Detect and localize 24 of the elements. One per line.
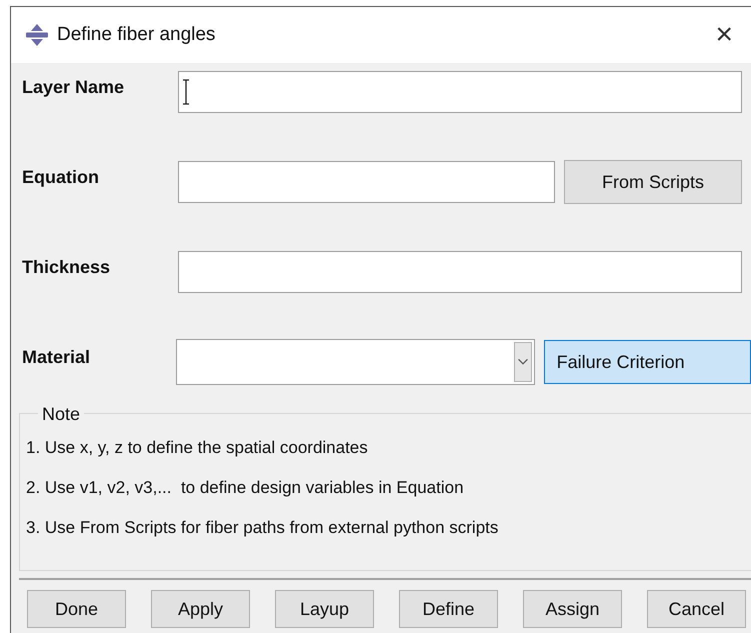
- material-dropdown[interactable]: [176, 339, 535, 385]
- dialog-button[interactable]: Cancel: [647, 590, 746, 628]
- chevron-down-icon: [514, 342, 532, 382]
- action-button[interactable]: Failure Criterion: [544, 340, 751, 384]
- field-label: Thickness: [22, 256, 112, 278]
- app-icon: [25, 23, 49, 47]
- dialog-button[interactable]: Apply: [151, 590, 250, 628]
- action-button[interactable]: From Scripts: [564, 160, 742, 204]
- field-label: Layer Name: [22, 76, 126, 99]
- note-text: 3. Use From Scripts for fiber paths from external python scripts: [26, 518, 500, 538]
- input-field[interactable]: [178, 251, 742, 293]
- dialog-button[interactable]: Assign: [523, 590, 622, 628]
- text-cursor-icon: [182, 79, 190, 105]
- field-label: Equation: [22, 166, 100, 189]
- dialog-button[interactable]: Define: [399, 590, 498, 628]
- close-button[interactable]: ×: [715, 20, 733, 50]
- input-field[interactable]: [178, 161, 555, 203]
- dialog-button[interactable]: Layup: [275, 590, 374, 628]
- input-field[interactable]: [178, 71, 742, 113]
- dialog-button[interactable]: Done: [27, 590, 126, 628]
- note-text: 2. Use v1, v2, v3,... to define design variables in Equation: [26, 478, 465, 498]
- field-label: Material: [22, 346, 92, 368]
- window-title: Define fiber angles: [57, 22, 216, 47]
- note-text: 1. Use x, y, z to define the spatial coordinates: [26, 438, 369, 458]
